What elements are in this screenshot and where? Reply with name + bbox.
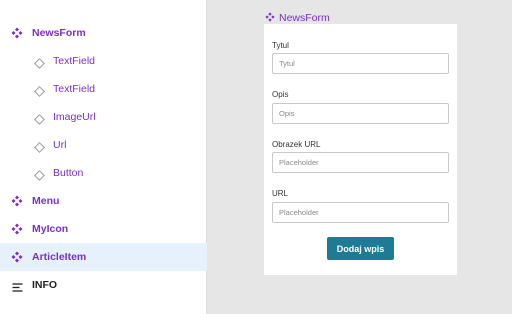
layer-imageurl[interactable]: ImageUrl bbox=[0, 103, 207, 131]
add-entry-button[interactable]: Dodaj wpis bbox=[327, 237, 394, 260]
url-label: URL bbox=[272, 189, 289, 198]
layer-label: INFO bbox=[32, 279, 58, 291]
component-icon bbox=[11, 223, 23, 235]
frame-name: NewsForm bbox=[279, 12, 330, 24]
layer-label: TextField bbox=[53, 55, 96, 67]
component-icon bbox=[11, 27, 23, 39]
layer-label: Button bbox=[53, 167, 84, 179]
description-label: Opis bbox=[272, 90, 289, 99]
instance-icon bbox=[34, 112, 45, 125]
image-url-label: Obrazek URL bbox=[272, 140, 321, 149]
layer-url[interactable]: Url bbox=[0, 131, 207, 159]
title-input[interactable] bbox=[272, 53, 449, 74]
text-lines-icon bbox=[12, 280, 23, 292]
instance-icon bbox=[34, 56, 45, 69]
layer-label: NewsForm bbox=[32, 27, 86, 39]
layer-label: MyIcon bbox=[32, 223, 69, 235]
layer-label: ImageUrl bbox=[53, 111, 96, 123]
layer-newsform[interactable]: NewsForm bbox=[0, 19, 207, 47]
title-label: Tytul bbox=[272, 41, 289, 50]
layers-panel: NewsForm TextField TextField ImageUrl Ur… bbox=[0, 0, 207, 314]
description-input[interactable] bbox=[272, 103, 449, 124]
instance-icon bbox=[34, 84, 45, 97]
layer-label: TextField bbox=[53, 83, 96, 95]
layer-label: Menu bbox=[32, 195, 60, 207]
layer-myicon[interactable]: MyIcon bbox=[0, 215, 207, 243]
instance-icon bbox=[34, 140, 45, 153]
layer-label: ArticleItem bbox=[32, 251, 87, 263]
image-url-input[interactable] bbox=[272, 152, 449, 173]
component-icon bbox=[11, 195, 23, 207]
url-input[interactable] bbox=[272, 202, 449, 223]
layer-button[interactable]: Button bbox=[0, 159, 207, 187]
layer-articleitem[interactable]: ArticleItem bbox=[0, 243, 207, 271]
news-form-frame: Tytul Opis Obrazek URL URL Dodaj wpis bbox=[264, 24, 457, 275]
layer-label: Url bbox=[53, 139, 67, 151]
layer-info[interactable]: INFO bbox=[0, 271, 207, 299]
layer-textfield-1[interactable]: TextField bbox=[0, 47, 207, 75]
instance-icon bbox=[34, 168, 45, 181]
layer-textfield-2[interactable]: TextField bbox=[0, 75, 207, 103]
layer-menu[interactable]: Menu bbox=[0, 187, 207, 215]
component-icon bbox=[11, 251, 23, 263]
